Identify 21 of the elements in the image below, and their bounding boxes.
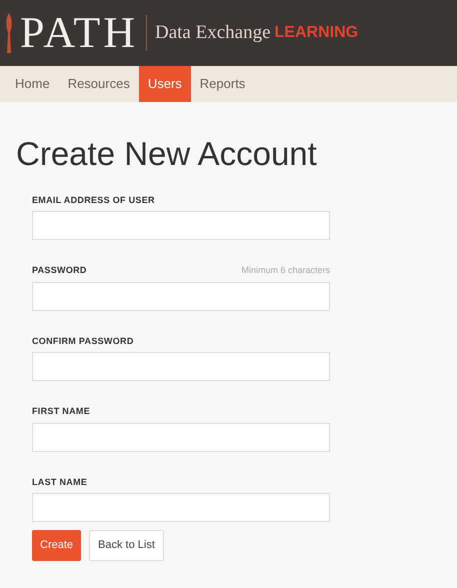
input-field[interactable] [32,211,330,240]
nav-tab[interactable]: Home [6,66,59,102]
app-subtitle: Data Exchange [154,20,271,45]
learning-label: LEARNING [274,23,358,43]
input-field[interactable] [32,352,330,382]
input-field[interactable] [32,422,330,452]
field-label: PASSWORD [32,264,87,278]
field-label: FIRST NAME [32,405,90,418]
logo[interactable]: PATH [20,11,138,55]
field-label: LAST NAME [32,476,88,489]
create-button[interactable]: Create [32,530,82,561]
page-title: Create New Account [16,134,318,174]
nav-tab[interactable]: Resources [58,66,139,102]
back-button[interactable]: Back to List [89,530,164,561]
input-field[interactable] [32,282,330,311]
field-label: EMAIL ADDRESS OF USER [32,194,155,207]
nav-tab[interactable]: Reports [190,66,254,102]
input-field[interactable] [32,493,330,522]
hint-text: Minimum 6 characters [241,264,330,278]
field-label: CONFIRM PASSWORD [32,334,134,348]
nav-tab[interactable]: Users [138,66,191,102]
